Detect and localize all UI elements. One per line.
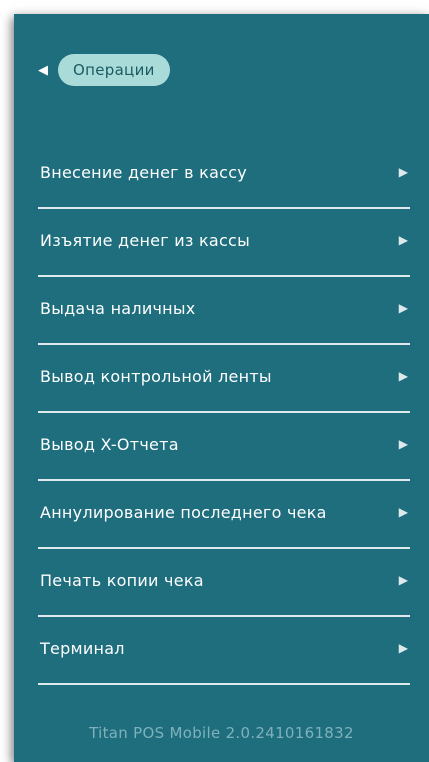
menu-item-label: Вывод контрольной ленты (40, 367, 272, 386)
menu-item-print-receipt-copy[interactable]: Печать копии чека ▶ (38, 549, 410, 617)
menu-item-label: Изъятие денег из кассы (40, 231, 250, 250)
menu-item-cash-withdrawal[interactable]: Изъятие денег из кассы ▶ (38, 209, 410, 277)
triangle-right-icon: ▶ (398, 505, 408, 519)
triangle-right-icon: ▶ (398, 573, 408, 587)
operations-menu: Внесение денег в кассу ▶ Изъятие денег и… (38, 141, 410, 685)
triangle-right-icon: ▶ (398, 369, 408, 383)
menu-item-cancel-last-receipt[interactable]: Аннулирование последнего чека ▶ (38, 481, 410, 549)
triangle-left-icon[interactable]: ◀ (38, 64, 48, 77)
menu-item-x-report[interactable]: Вывод X-Отчета ▶ (38, 413, 410, 481)
triangle-right-icon: ▶ (398, 301, 408, 315)
menu-item-cash-out[interactable]: Выдача наличных ▶ (38, 277, 410, 345)
app-version-label: Titan POS Mobile 2.0.2410161832 (89, 724, 354, 742)
operations-back-button[interactable]: Операции (58, 54, 170, 86)
menu-item-label: Печать копии чека (40, 571, 204, 590)
menu-item-cash-deposit[interactable]: Внесение денег в кассу ▶ (38, 141, 410, 209)
triangle-right-icon: ▶ (398, 437, 408, 451)
back-navigation[interactable]: ◀ Операции (38, 54, 170, 86)
menu-item-label: Терминал (40, 639, 125, 658)
operations-panel: ◀ Операции Внесение денег в кассу ▶ Изъя… (14, 14, 429, 762)
menu-item-label: Аннулирование последнего чека (40, 503, 327, 522)
menu-item-label: Выдача наличных (40, 299, 196, 318)
triangle-right-icon: ▶ (398, 165, 408, 179)
menu-item-terminal[interactable]: Терминал ▶ (38, 617, 410, 685)
menu-item-label: Вывод X-Отчета (40, 435, 179, 454)
menu-item-control-tape[interactable]: Вывод контрольной ленты ▶ (38, 345, 410, 413)
triangle-right-icon: ▶ (398, 233, 408, 247)
menu-item-label: Внесение денег в кассу (40, 163, 247, 182)
triangle-right-icon: ▶ (398, 641, 408, 655)
